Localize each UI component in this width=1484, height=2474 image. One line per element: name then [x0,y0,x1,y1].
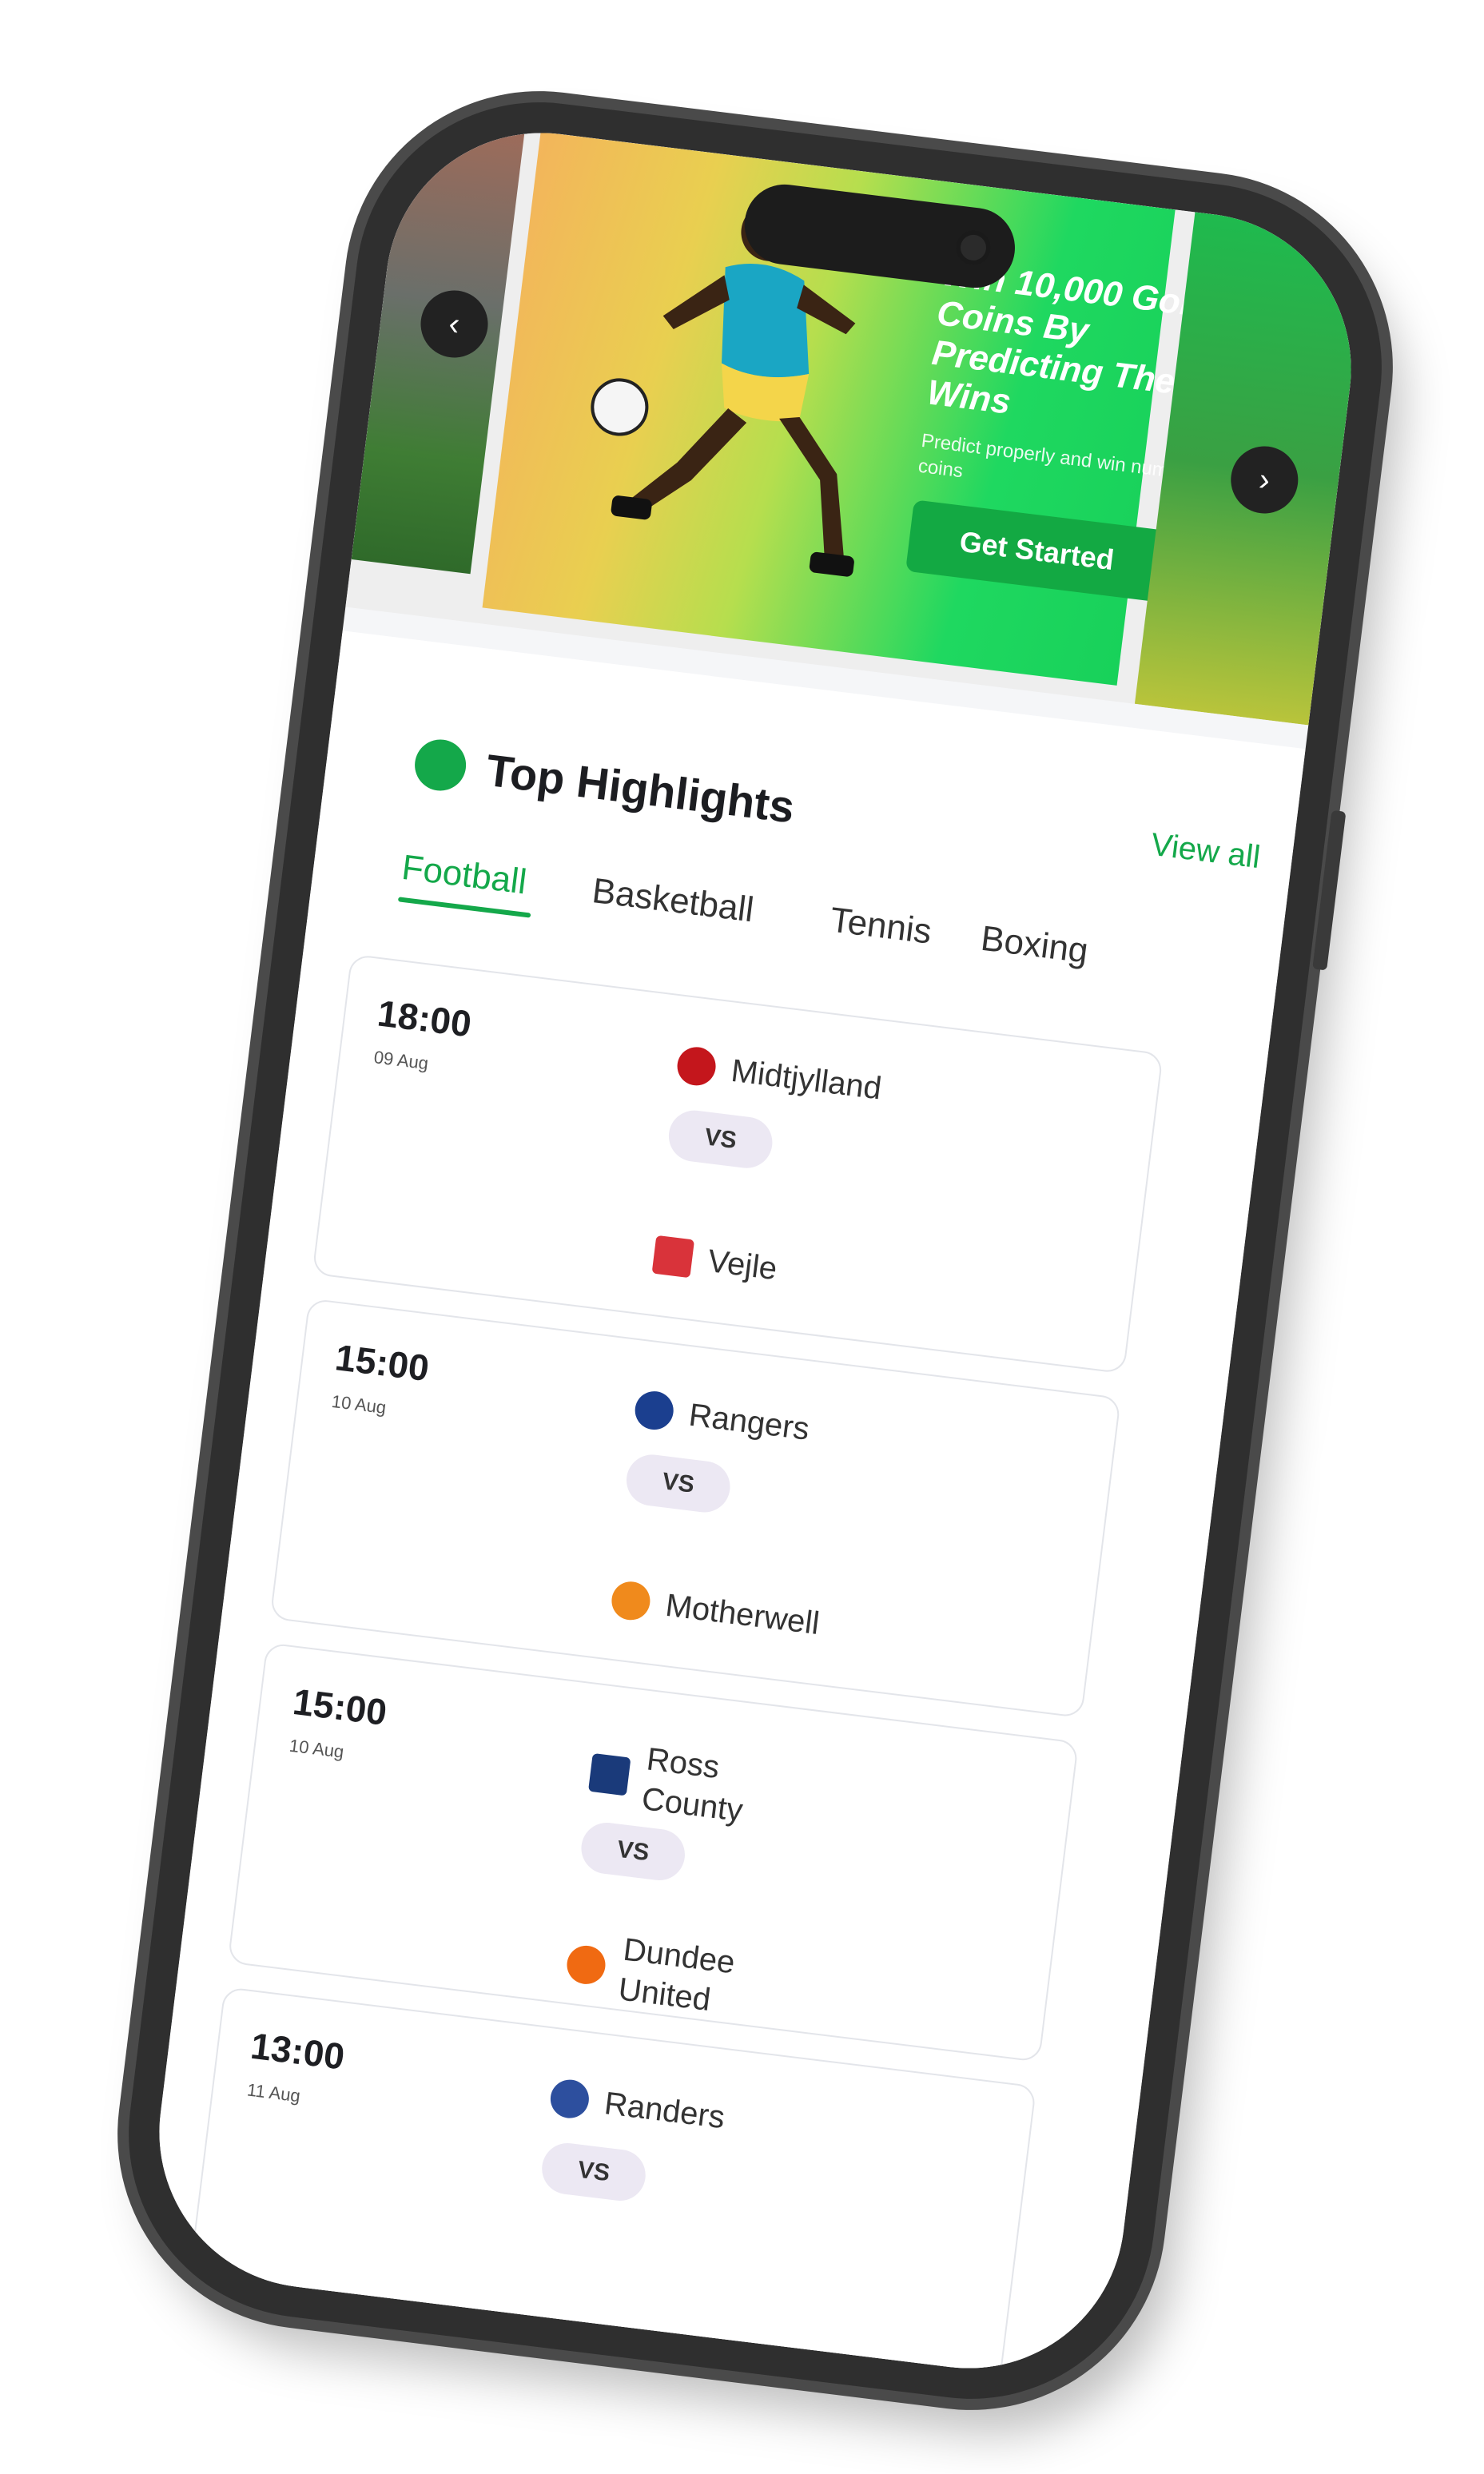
home-team: Randers [548,2077,727,2138]
section-title: Top Highlights [483,744,798,833]
vs-badge: VS [623,1451,734,1516]
match-list: 18:00 09 Aug Midtjylland VS Vejle 15:00 … [182,953,1219,2386]
away-team-name: Motherwell [663,1587,822,1642]
tab-football[interactable]: Football [400,848,528,903]
power-button [1312,809,1347,971]
match-card[interactable]: 15:00 10 Aug Rangers VS Motherwell [269,1298,1121,1719]
team-crest-icon [548,2077,591,2121]
match-time: 15:00 [332,1336,432,1390]
match-card[interactable]: 18:00 09 Aug Midtjylland VS Vejle [312,953,1164,1374]
match-card[interactable]: 15:00 10 Aug Ross County VS Dundee Unite… [227,1642,1080,2062]
phone-screen: Win 10,000 Gold Coins By Predicting The … [141,115,1369,2386]
home-team: Rangers [632,1388,812,1449]
away-team: Motherwell [609,1579,822,1644]
team-crest-icon [651,1235,695,1279]
home-team-name: Randers [602,2086,727,2136]
chevron-right-icon: › [1257,461,1272,498]
vs-badge: VS [666,1107,776,1171]
highlights-section: Top Highlights View all Football Basketb… [141,630,1306,2386]
away-team-name: Dundee United [616,1931,737,2018]
home-team-name: Ross County [639,1741,745,1829]
phone-mockup: Win 10,000 Gold Coins By Predicting The … [0,0,1484,2474]
vs-badge: VS [578,1820,688,1883]
home-team-name: Midtjylland [729,1052,884,1107]
away-team: Vejle [651,1235,779,1289]
team-crest-icon [632,1389,676,1432]
match-time: 13:00 [248,2024,348,2078]
match-date: 09 Aug [372,1047,430,1074]
tab-basketball[interactable]: Basketball [590,871,755,930]
team-crest-icon [564,1943,608,1987]
match-time: 15:00 [290,1680,389,1733]
chevron-left-icon: ‹ [447,305,462,342]
section-dot-icon [412,736,469,794]
tab-tennis[interactable]: Tennis [828,901,933,953]
get-started-button[interactable]: Get Started [905,499,1168,603]
team-crest-icon [609,1579,653,1623]
home-team: Midtjylland [674,1044,884,1109]
match-date: 10 Aug [288,1735,345,1762]
vs-badge: VS [539,2140,649,2204]
away-team-name: Vejle [706,1243,779,1287]
phone-frame: Win 10,000 Gold Coins By Predicting The … [107,81,1403,2420]
home-team-name: Rangers [686,1397,812,1447]
team-crest-icon [587,1752,631,1796]
team-crest-icon [674,1044,718,1088]
camera-icon [953,228,993,268]
match-date: 10 Aug [330,1390,388,1418]
match-date: 11 Aug [245,2079,302,2106]
match-time: 18:00 [375,992,474,1045]
away-team: Dundee United [563,1923,801,2030]
tab-boxing[interactable]: Boxing [979,919,1091,972]
